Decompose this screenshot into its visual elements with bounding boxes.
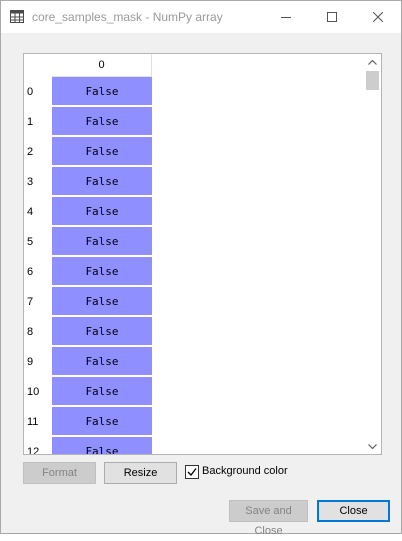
save-and-close-button[interactable]: Save and Close — [229, 500, 308, 537]
table-cell[interactable]: False — [52, 317, 152, 346]
table-cell[interactable]: False — [52, 167, 152, 196]
row-header[interactable]: 1 — [24, 107, 52, 137]
background-color-checkbox[interactable] — [185, 465, 199, 479]
window-title: core_samples_mask - NumPy array — [32, 10, 223, 24]
table-cell[interactable]: False — [52, 347, 152, 376]
chevron-down-icon[interactable] — [368, 444, 377, 449]
array-editor-window: core_samples_mask - NumPy array 0 0 Fals… — [0, 0, 402, 537]
title-bar[interactable]: core_samples_mask - NumPy array — [1, 1, 401, 33]
chevron-up-icon[interactable] — [368, 60, 377, 65]
table-cell[interactable]: False — [52, 137, 152, 166]
table-cell[interactable]: False — [52, 107, 152, 136]
row-header[interactable]: 4 — [24, 197, 52, 227]
close-window-button[interactable] — [355, 1, 401, 33]
row-header[interactable]: 3 — [24, 167, 52, 197]
minimize-button[interactable] — [263, 1, 309, 33]
row-header[interactable]: 5 — [24, 227, 52, 257]
table-cell[interactable]: False — [52, 377, 152, 406]
format-button[interactable]: Format — [23, 462, 96, 484]
scrollbar-thumb[interactable] — [366, 71, 379, 90]
checkmark-icon — [187, 468, 197, 476]
table-cell[interactable]: False — [52, 287, 152, 316]
vertical-scrollbar[interactable] — [364, 54, 381, 454]
column-header[interactable]: 0 — [52, 54, 152, 77]
close-icon — [373, 12, 383, 22]
background-color-label[interactable]: Background color — [202, 465, 288, 477]
row-header[interactable]: 12 — [24, 437, 52, 454]
maximize-button[interactable] — [309, 1, 355, 33]
table-corner — [24, 54, 52, 77]
row-header[interactable]: 10 — [24, 377, 52, 407]
row-header[interactable]: 8 — [24, 317, 52, 347]
maximize-icon — [327, 12, 337, 22]
table-cell[interactable]: False — [52, 407, 152, 436]
row-header[interactable]: 6 — [24, 257, 52, 287]
table-cell[interactable]: False — [52, 227, 152, 256]
table-icon — [10, 10, 24, 23]
row-header[interactable]: 7 — [24, 287, 52, 317]
array-table[interactable]: 0 0 False 1 False 2 False 3 False 4 Fals… — [23, 53, 382, 455]
resize-button[interactable]: Resize — [104, 462, 177, 484]
minimize-icon — [281, 17, 291, 18]
row-header[interactable]: 2 — [24, 137, 52, 167]
row-header[interactable]: 0 — [24, 77, 52, 107]
close-button[interactable]: Close — [317, 500, 390, 522]
table-cell[interactable]: False — [52, 437, 152, 454]
table-cell[interactable]: False — [52, 257, 152, 286]
row-header[interactable]: 9 — [24, 347, 52, 377]
table-cell[interactable]: False — [52, 77, 152, 106]
row-header[interactable]: 11 — [24, 407, 52, 437]
table-cell[interactable]: False — [52, 197, 152, 226]
